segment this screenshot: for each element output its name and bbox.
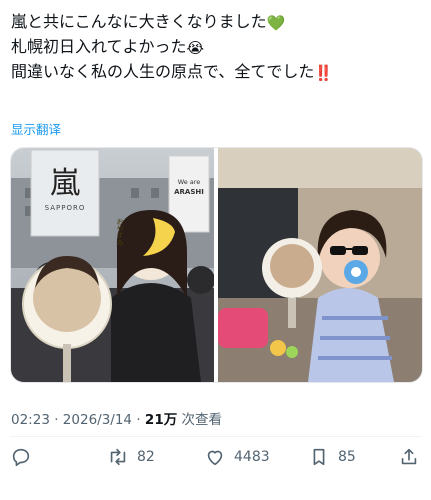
tweet-line-2: 札幌初日入れてよかった😭 <box>11 35 421 60</box>
meta-separator-2: · <box>136 412 141 428</box>
banner-right-line1: We are <box>177 178 201 186</box>
media-grid[interactable]: 嵐 SAPPORO We are ARASHI おやすみ <box>10 147 423 383</box>
green-heart-icon: 💚 <box>266 14 286 32</box>
divider <box>10 436 421 437</box>
tweet-meta: 02:23 · 2026/3/14 · 21万 次查看 <box>11 408 222 428</box>
tweet-line-1-text: 嵐と共にこんなに大きくなりました <box>11 12 267 31</box>
tweet-line-3-text: 間違いなく私の人生の原点で、全てでした <box>11 62 315 81</box>
retweet-button[interactable]: 82 <box>107 440 155 474</box>
banner-right-line2: ARASHI <box>174 188 204 196</box>
tweet-time[interactable]: 02:23 <box>11 412 50 428</box>
share-icon <box>401 448 417 465</box>
reply-icon <box>12 448 30 467</box>
like-button[interactable]: 4483 <box>204 440 270 474</box>
retweet-count: 82 <box>137 449 155 465</box>
crying-face-icon: 😭 <box>186 39 205 57</box>
heart-icon <box>207 450 223 466</box>
tweet-text: 嵐と共にこんなに大きくなりました💚 札幌初日入れてよかった😭 間違いなく私の人生… <box>11 10 421 85</box>
views-label: 次查看 <box>181 412 223 428</box>
photo-left[interactable]: 嵐 SAPPORO We are ARASHI おやすみ <box>11 148 214 382</box>
photo-right[interactable] <box>218 148 422 382</box>
bookmark-icon <box>313 448 325 466</box>
photo-right-image <box>218 148 422 382</box>
reply-button[interactable] <box>10 440 40 474</box>
bookmark-count: 85 <box>338 449 356 465</box>
tweet-line-3: 間違いなく私の人生の原点で、全てでした‼️ <box>11 60 421 85</box>
bookmark-button[interactable]: 85 <box>308 440 356 474</box>
tweet-line-1: 嵐と共にこんなに大きくなりました💚 <box>11 10 421 35</box>
meta-separator: · <box>54 412 59 428</box>
banner-left-logo: 嵐 <box>50 166 80 201</box>
fan-sticker-text: おやすみ <box>116 218 124 246</box>
tweet-line-2-text: 札幌初日入れてよかった <box>11 37 187 56</box>
views-count: 21万 <box>144 412 178 428</box>
share-button[interactable] <box>398 440 420 474</box>
retweet-icon <box>110 448 126 466</box>
show-translation-link[interactable]: 显示翻译 <box>11 119 61 138</box>
action-bar: 82 4483 85 <box>0 440 431 474</box>
like-count: 4483 <box>234 449 270 465</box>
tweet-date[interactable]: 2026/3/14 <box>63 412 132 428</box>
banner-left-sub: SAPPORO <box>44 204 86 212</box>
double-exclamation-icon: ‼️ <box>314 64 334 82</box>
